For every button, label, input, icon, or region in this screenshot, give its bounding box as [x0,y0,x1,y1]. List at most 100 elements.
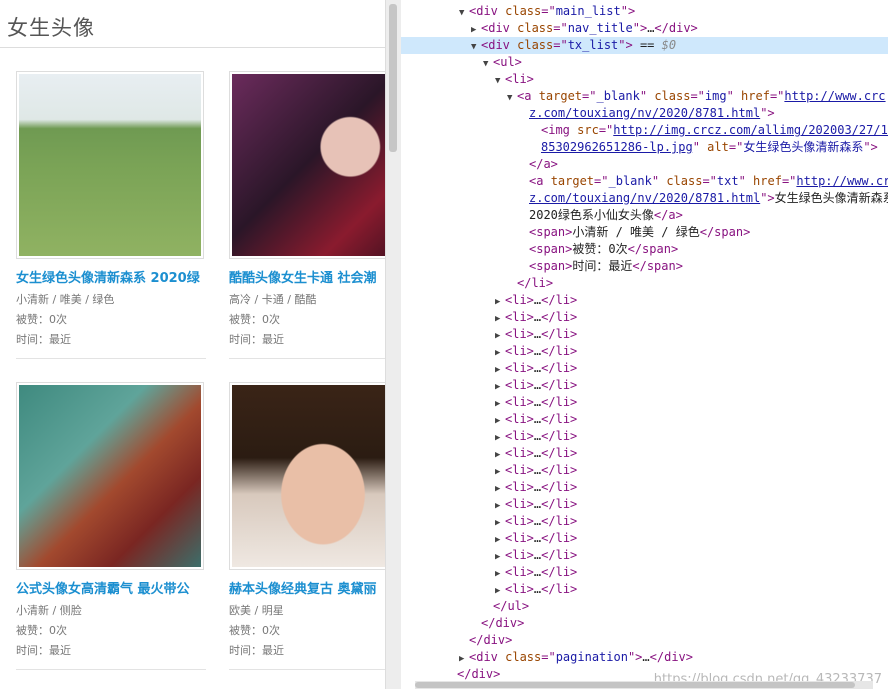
token-tag: <li> [505,310,534,324]
token-link[interactable]: http://www.crc [784,89,885,103]
dom-node-row[interactable]: ▶ <li>…</li> [401,496,888,513]
token-tag: </div> [469,633,513,647]
token-txt: 小清新 / 唯美 / 绿色 [572,225,700,239]
dom-node-row[interactable]: </div> [401,632,888,649]
dom-node-row[interactable]: ▶ <li>…</li> [401,445,888,462]
dom-node-row[interactable]: ▶ <li>…</li> [401,360,888,377]
token-tag: =" [598,123,614,137]
avatar-thumbnail[interactable] [16,382,204,570]
avatar-thumbnail[interactable] [229,382,385,570]
token-link[interactable]: z.com/touxiang/nv/2020/8781.html [529,106,760,120]
token-txt: 女生绿色头像清新森系 [774,191,888,205]
card-likes: 被赞：0次 [229,624,280,637]
dom-node-row[interactable]: z.com/touxiang/nv/2020/8781.html"> [401,105,888,122]
card-title-link[interactable]: 女生绿色头像清新森系 2020绿 [16,267,226,286]
token-tag: </div> [457,667,501,681]
token-tag: <li> [505,565,534,579]
token-tag: <li> [505,582,534,596]
dom-node-row[interactable]: ▶ <li>…</li> [401,411,888,428]
dom-node-row[interactable]: <span>时间：最近</span> [401,258,888,275]
dom-node-row[interactable]: </div> [401,615,888,632]
token-tag: <li> [505,548,534,562]
dom-node-row[interactable]: ▼ <ul> [401,54,888,71]
dom-node-row[interactable]: 85302962651286-lp.jpg" alt="女生绿色头像清新森系"> [401,139,888,156]
token-attr: href [753,174,782,188]
dom-node-row[interactable]: ▶ <li>…</li> [401,581,888,598]
card-divider [229,669,385,670]
token-val: pagination [555,650,628,664]
dom-node-row[interactable]: z.com/touxiang/nv/2020/8781.html">女生绿色头像… [401,190,888,207]
token-tag: <div [469,4,506,18]
card-tags: 小清新 / 唯美 / 绿色 [16,293,115,306]
dom-node-row[interactable]: <span>被赞：0次</span> [401,241,888,258]
dom-node-row[interactable]: ▶ <div class="nav_title">…</div> [401,20,888,37]
token-tag: "> [632,21,648,35]
thumbnail-image [19,74,201,256]
dom-node-row[interactable]: 2020绿色系小仙女头像</a> [401,207,888,224]
card-divider [16,669,206,670]
token-link[interactable]: z.com/touxiang/nv/2020/8781.html [529,191,760,205]
card-title-link[interactable]: 公式头像女高清霸气 最火带公 [16,578,226,597]
dom-node-row[interactable]: ▶ <li>…</li> [401,479,888,496]
dom-node-row[interactable]: ▶ <li>…</li> [401,564,888,581]
token-tag: =" [553,21,568,35]
dom-node-row[interactable]: ▼ <a target="_blank" class="img" href="ht… [401,88,888,105]
dom-node-selected[interactable]: ▼ <div class="tx_list"> == $0 [401,37,888,54]
card-divider [16,358,206,359]
card-tags: 小清新 / 侧脸 [16,604,82,617]
dom-node-row[interactable]: ▶ <li>…</li> [401,428,888,445]
devtools-scrollbar-thumb[interactable] [415,682,855,688]
token-val: nav_title [567,21,633,35]
dom-node-row[interactable]: ▶ <div class="pagination">…</div> [401,649,888,666]
dom-node-row[interactable]: ▶ <li>…</li> [401,530,888,547]
dom-node-row[interactable]: ▶ <li>…</li> [401,377,888,394]
dom-node-row[interactable]: ▶ <li>…</li> [401,513,888,530]
dom-node-row[interactable]: <img src="http://img.crcz.com/allimg/202… [401,122,888,139]
token-tag: =" [781,174,797,188]
devtools-horizontal-scrollbar[interactable] [415,681,873,689]
dom-node-row[interactable]: ▼ <div class="main_list"> [401,3,888,20]
token-tag: </span> [627,242,679,256]
dom-node-row[interactable]: ▶ <li>…</li> [401,343,888,360]
devtools-inspector: … ▼<div class="main_list">▶<div class="n… [401,0,888,689]
dom-node-row[interactable]: ▶ <li>…</li> [401,292,888,309]
avatar-card[interactable]: 赫本头像经典复古 奥黛丽 欧美 / 明星 被赞：0次 时间：最近 [229,382,385,670]
avatar-card[interactable]: 女生绿色头像清新森系 2020绿 小清新 / 唯美 / 绿色 被赞：0次 时间：… [16,71,211,359]
dom-node-row[interactable]: </a> [401,156,888,173]
token-tag: </span> [632,259,683,273]
avatar-thumbnail[interactable] [229,71,385,259]
dom-node-row[interactable]: ▶ <li>…</li> [401,309,888,326]
avatar-card[interactable]: 公式头像女高清霸气 最火带公 小清新 / 侧脸 被赞：0次 时间：最近 [16,382,211,670]
dom-node-row[interactable]: ▶ <li>…</li> [401,547,888,564]
page-scrollbar[interactable] [385,0,401,689]
dom-node-row[interactable]: ▼ <li> [401,71,888,88]
dom-node-row[interactable]: ▶ <li>…</li> [401,462,888,479]
token-tag: <li> [505,463,534,477]
token-link[interactable]: http://img.crcz.com/allimg/202003/27/15 [613,123,888,137]
dom-node-row[interactable]: </li> [401,275,888,292]
token-tag: <a [517,89,539,103]
token-attr: class [505,4,542,18]
avatar-card[interactable]: 酷酷头像女生卡通 社会潮 高冷 / 卡通 / 酷酷 被赞：0次 时间：最近 [229,71,385,359]
dom-node-row[interactable]: <span>小清新 / 唯美 / 绿色</span> [401,224,888,241]
token-txt: 被赞：0次 [572,242,628,256]
page-scrollbar-thumb[interactable] [389,4,397,152]
token-tag: </li> [541,395,578,409]
card-time: 时间：最近 [16,644,71,657]
dom-node-row[interactable]: </ul> [401,598,888,615]
card-title-link[interactable]: 酷酷头像女生卡通 社会潮 [229,267,385,286]
card-title-link[interactable]: 赫本头像经典复古 奥黛丽 [229,578,385,597]
token-attr: alt [707,140,729,154]
avatar-thumbnail[interactable] [16,71,204,259]
token-tag: =" [769,89,785,103]
dom-node-row[interactable]: ▶ <li>…</li> [401,394,888,411]
token-tag: " [726,89,742,103]
token-tag: <li> [505,446,534,460]
token-attr: class [666,174,703,188]
token-link[interactable]: http://www.crc [796,174,888,188]
dom-node-row[interactable]: <a target="_blank" class="txt" href="htt… [401,173,888,190]
token-attr: target [538,89,583,103]
token-val: _blank [596,89,640,103]
dom-node-row[interactable]: ▶ <li>…</li> [401,326,888,343]
token-link[interactable]: 85302962651286-lp.jpg [541,140,693,154]
